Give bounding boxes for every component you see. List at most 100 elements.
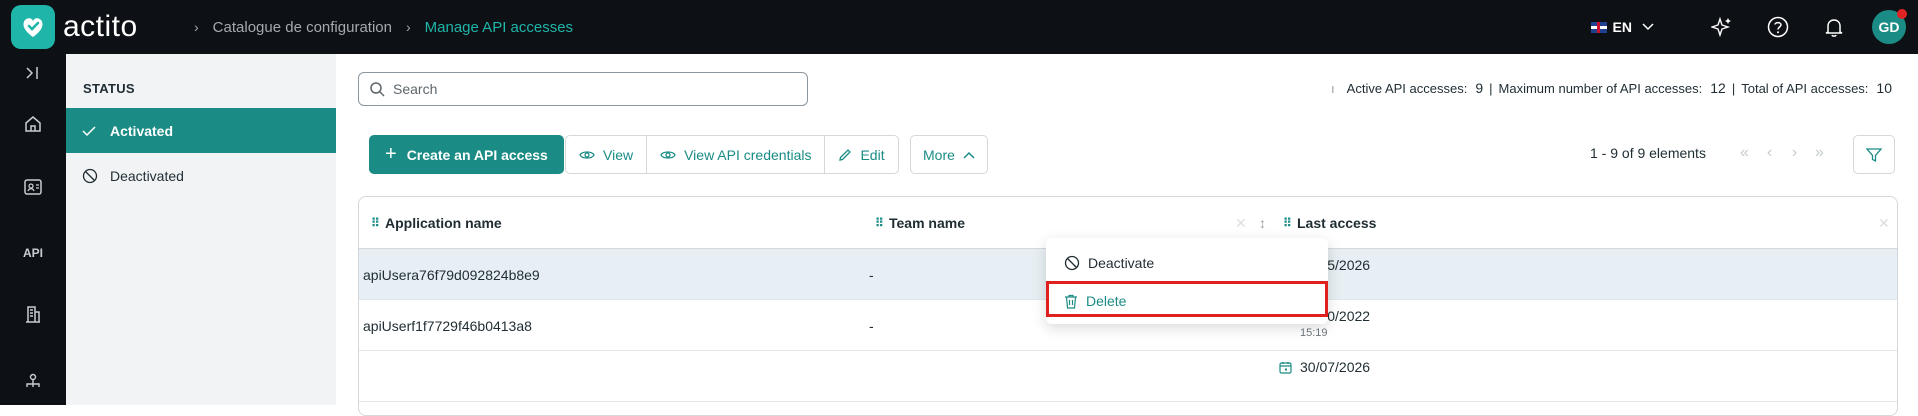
edit-button[interactable]: Edit bbox=[825, 136, 897, 173]
close-icon[interactable]: ✕ bbox=[1235, 215, 1247, 232]
view-label: View bbox=[603, 146, 634, 163]
view-button[interactable]: View bbox=[566, 136, 648, 173]
chevron-right-icon: › bbox=[194, 19, 199, 35]
building-icon bbox=[26, 306, 40, 323]
prev-page-icon[interactable]: ‹ bbox=[1757, 144, 1782, 162]
contact-card-icon bbox=[24, 179, 42, 195]
pagination-summary: 1 - 9 of 9 elements bbox=[1590, 145, 1706, 161]
calendar-icon bbox=[1279, 361, 1292, 377]
column-label: Last access bbox=[1297, 215, 1377, 231]
drag-handle-icon[interactable]: ⠿ bbox=[1283, 217, 1292, 229]
last-page-icon[interactable]: » bbox=[1807, 144, 1832, 162]
stats-separator: | bbox=[1731, 80, 1736, 96]
nav-organization[interactable] bbox=[0, 304, 66, 324]
help-icon bbox=[1767, 16, 1789, 38]
team-name-cell: - bbox=[869, 266, 874, 283]
create-api-access-button[interactable]: + Create an API access bbox=[369, 135, 564, 174]
uk-flag-icon bbox=[1590, 21, 1607, 33]
action-button-group: View View API credentials Edit bbox=[565, 135, 899, 174]
users-hierarchy-icon bbox=[26, 373, 40, 387]
drag-handle-icon[interactable]: ⠿ bbox=[875, 217, 884, 229]
trash-icon bbox=[1064, 294, 1078, 309]
block-icon bbox=[1064, 255, 1080, 271]
breadcrumb: › Catalogue de configuration › Manage AP… bbox=[190, 0, 573, 54]
column-application-name[interactable]: ⠿ Application name bbox=[371, 197, 502, 249]
logo[interactable]: actito bbox=[11, 5, 138, 49]
main-content: Search ı Active API accesses: 9 | Maximu… bbox=[336, 54, 1918, 416]
notification-dot bbox=[1897, 9, 1907, 19]
team-name-cell: - bbox=[869, 317, 874, 334]
block-icon bbox=[82, 168, 100, 184]
expand-icon bbox=[26, 67, 38, 79]
create-label: Create an API access bbox=[406, 146, 548, 163]
chevron-right-icon: › bbox=[405, 19, 411, 35]
column-team-name[interactable]: ⠿ Team name bbox=[875, 197, 965, 249]
application-name-cell: apiUsera76f79d092824b8e9 bbox=[363, 266, 540, 283]
pagination-controls: « ‹ › » bbox=[1732, 144, 1832, 162]
bell-icon bbox=[1825, 19, 1843, 37]
actito-logo-icon bbox=[11, 5, 55, 49]
search-icon bbox=[369, 81, 385, 97]
status-item-deactivated[interactable]: Deactivated bbox=[66, 153, 336, 198]
ai-sparkle-button[interactable] bbox=[1694, 16, 1750, 38]
max-label: Maximum number of API accesses: bbox=[1498, 80, 1703, 96]
stats-divider: ı bbox=[1331, 80, 1335, 96]
nav-api[interactable]: API bbox=[0, 246, 66, 260]
funnel-icon bbox=[1866, 147, 1882, 162]
help-button[interactable] bbox=[1750, 16, 1806, 38]
menu-item-deactivate[interactable]: Deactivate bbox=[1046, 244, 1328, 282]
search-input[interactable]: Search bbox=[358, 72, 808, 106]
view-api-credentials-button[interactable]: View API credentials bbox=[647, 136, 826, 173]
filter-button[interactable] bbox=[1853, 135, 1895, 174]
left-nav-rail: API bbox=[0, 54, 66, 405]
drag-handle-icon[interactable]: ⠿ bbox=[371, 217, 380, 229]
close-icon[interactable]: ✕ bbox=[1878, 215, 1890, 232]
active-label: Active API accesses: bbox=[1346, 80, 1468, 96]
column-label: Application name bbox=[385, 215, 502, 231]
edit-label: Edit bbox=[860, 146, 885, 163]
search-placeholder: Search bbox=[393, 81, 438, 97]
avatar[interactable]: GD bbox=[1872, 9, 1907, 44]
sort-icon[interactable]: ↕ bbox=[1259, 215, 1266, 231]
last-access-date: 30/07/2026 bbox=[1300, 359, 1371, 375]
pencil-icon bbox=[838, 148, 852, 162]
check-icon bbox=[82, 125, 100, 137]
sparkle-icon bbox=[1711, 16, 1731, 38]
status-filter-panel: STATUS Activated Deactivated bbox=[66, 54, 336, 405]
language-label: EN bbox=[1612, 19, 1632, 35]
avatar-initials: GD bbox=[1878, 19, 1900, 35]
breadcrumb-item-current: Manage API accesses bbox=[424, 18, 574, 36]
next-page-icon[interactable]: › bbox=[1782, 144, 1807, 162]
max-value: 12 bbox=[1710, 80, 1726, 96]
application-name-cell: apiUserf1f7729f46b0413a8 bbox=[363, 317, 532, 334]
column-label: Team name bbox=[889, 215, 965, 231]
menu-item-label: Deactivate bbox=[1088, 255, 1155, 271]
active-value: 9 bbox=[1475, 80, 1484, 96]
breadcrumb-item-catalogue[interactable]: Catalogue de configuration bbox=[213, 19, 392, 36]
status-title: STATUS bbox=[83, 81, 135, 96]
stats-separator: | bbox=[1489, 80, 1493, 96]
credentials-label: View API credentials bbox=[684, 146, 812, 163]
last-access-time: 15:19 bbox=[1300, 327, 1328, 339]
notifications-button[interactable] bbox=[1806, 16, 1862, 38]
last-access-cell: 30/07/2026 bbox=[1279, 359, 1370, 377]
plus-icon: + bbox=[385, 143, 397, 165]
logo-text: actito bbox=[63, 10, 138, 43]
home-icon bbox=[25, 116, 41, 132]
nav-home[interactable] bbox=[0, 114, 66, 134]
expand-rail-button[interactable] bbox=[0, 66, 66, 80]
first-page-icon[interactable]: « bbox=[1732, 144, 1757, 162]
more-button[interactable]: More bbox=[910, 135, 988, 174]
menu-item-label: Delete bbox=[1086, 293, 1127, 309]
nav-users[interactable] bbox=[0, 372, 66, 392]
status-item-activated[interactable]: Activated bbox=[66, 108, 336, 153]
nav-contacts[interactable] bbox=[0, 178, 66, 196]
more-dropdown-menu: Deactivate Delete bbox=[1046, 238, 1328, 324]
language-selector[interactable]: EN bbox=[1590, 19, 1654, 35]
table-row[interactable]: 30/07/2026 bbox=[359, 351, 1897, 402]
top-bar: actito › Catalogue de configuration › Ma… bbox=[0, 0, 1918, 54]
status-item-label: Activated bbox=[110, 122, 174, 139]
chevron-up-icon bbox=[963, 151, 975, 159]
menu-item-delete[interactable]: Delete bbox=[1046, 282, 1328, 320]
api-access-stats: ı Active API accesses: 9 | Maximum numbe… bbox=[1331, 80, 1898, 96]
